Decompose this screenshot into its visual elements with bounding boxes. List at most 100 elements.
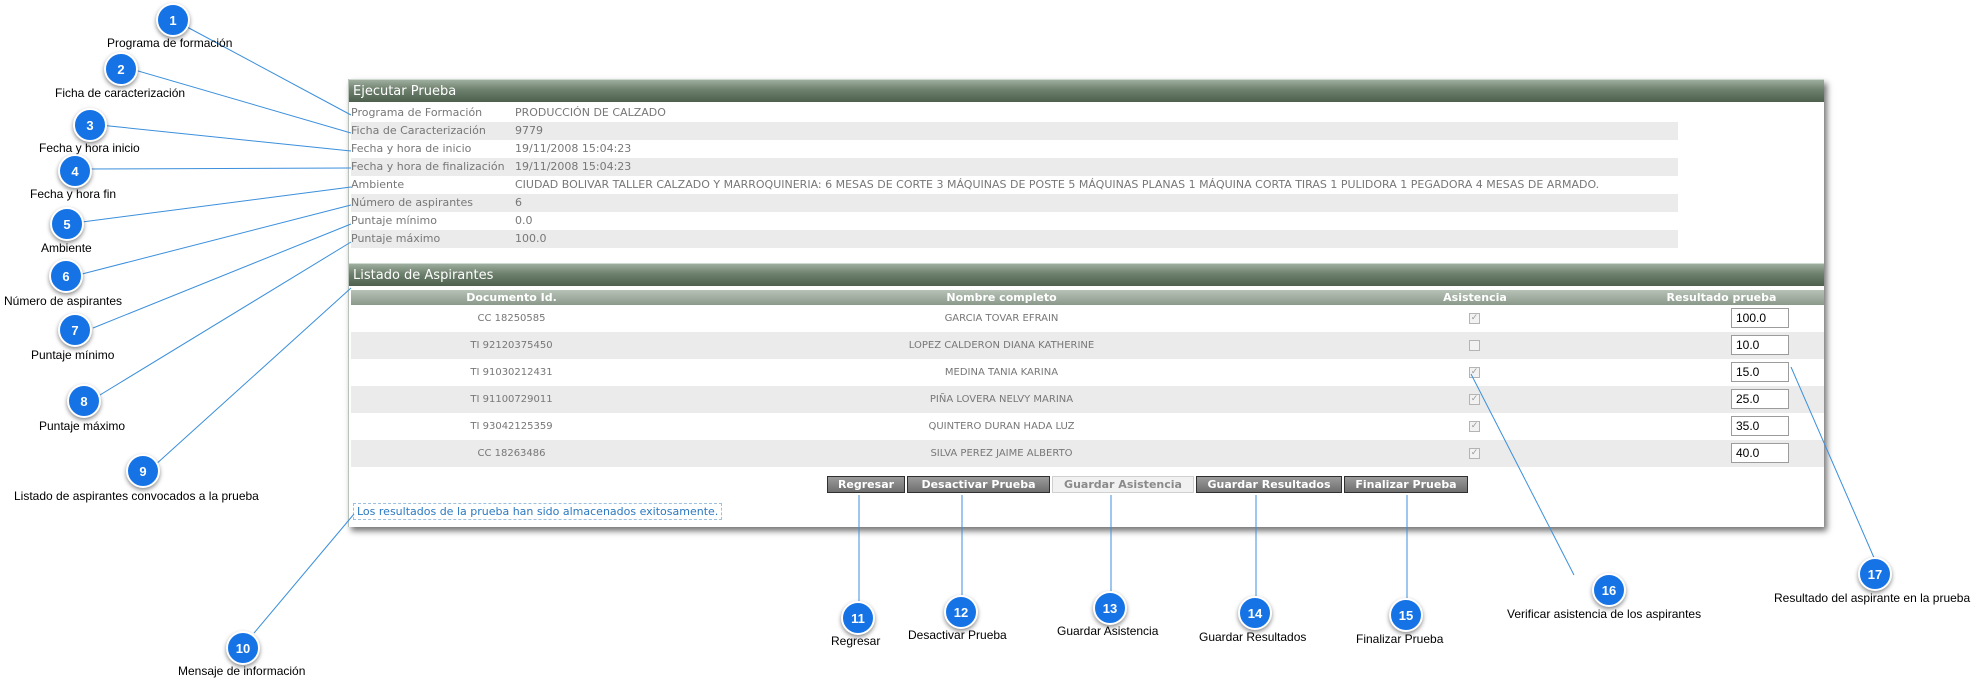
- info-label: Programa de Formación: [351, 106, 483, 119]
- attendance-checkbox[interactable]: ✓: [1469, 313, 1480, 324]
- callout-caption: Guardar Resultados: [1199, 630, 1307, 644]
- callout-badge: 14: [1238, 596, 1272, 630]
- callout-caption: Fecha y hora fin: [30, 187, 117, 201]
- candidate-name: LOPEZ CALDERON DIANA KATHERINE: [908, 340, 1095, 351]
- column-full-name: Nombre completo: [946, 291, 1057, 304]
- candidate-document: TI 91030212431: [470, 367, 553, 378]
- info-row-program: Programa de Formación PRODUCCIÓN DE CALZ…: [351, 104, 1983, 122]
- info-value: 19/11/2008 15:04:23: [515, 142, 632, 155]
- callout-caption: Listado de aspirantes convocados a la pr…: [14, 489, 259, 503]
- candidate-document: CC 18250585: [477, 313, 546, 324]
- callout-caption: Número de aspirantes: [4, 294, 123, 308]
- save-attendance-button[interactable]: Guardar Asistencia: [1052, 476, 1194, 493]
- candidate-document: CC 18263486: [477, 448, 546, 459]
- candidate-row: CC 18263486 SILVA PEREZ JAIME ALBERTO ✓ …: [351, 440, 1824, 467]
- attendance-checkbox[interactable]: [1469, 340, 1480, 351]
- callout-caption: Verificar asistencia de los aspirantes: [1507, 607, 1702, 621]
- info-row-candidates-count: Número de aspirantes 6: [351, 194, 1983, 212]
- annotated-screenshot: Ejecutar Prueba Programa de Formación PR…: [0, 0, 1983, 682]
- callout-caption: Mensaje de información: [178, 664, 306, 678]
- save-results-button[interactable]: Guardar Resultados: [1196, 476, 1342, 493]
- result-input[interactable]: 100.0: [1731, 308, 1789, 328]
- callout-badge: 15: [1389, 598, 1423, 632]
- info-value: 6: [515, 196, 522, 209]
- info-row-min-score: Puntaje mínimo 0.0: [351, 212, 1983, 230]
- candidate-name: QUINTERO DURAN HADA LUZ: [928, 421, 1075, 432]
- callout-badge: 5: [50, 207, 84, 241]
- callout-badge: 7: [58, 313, 92, 347]
- callout-badge: 10: [226, 631, 260, 665]
- callout-caption: Resultado del aspirante en la prueba: [1774, 591, 1971, 605]
- info-label: Puntaje mínimo: [351, 214, 438, 227]
- callout-badge: 17: [1858, 557, 1892, 591]
- callout-caption: Regresar: [831, 634, 881, 648]
- callout-badge: 16: [1592, 573, 1626, 607]
- candidate-row: TI 93042125359 QUINTERO DURAN HADA LUZ ✓…: [351, 413, 1824, 440]
- result-input[interactable]: 25.0: [1731, 389, 1789, 409]
- callout-caption: Ficha de caracterización: [55, 86, 186, 100]
- callout-badge: 3: [73, 108, 107, 142]
- callout-caption: Puntaje mínimo: [31, 348, 115, 362]
- callout-badge: 8: [67, 384, 101, 418]
- execute-test-panel: Ejecutar Prueba Programa de Formación PR…: [348, 79, 1824, 527]
- callout-caption: Finalizar Prueba: [1356, 632, 1444, 646]
- info-label: Número de aspirantes: [351, 196, 473, 209]
- info-label: Ambiente: [351, 178, 405, 191]
- attendance-checkbox[interactable]: ✓: [1469, 394, 1480, 405]
- callout-badge: 6: [49, 259, 83, 293]
- info-value: CIUDAD BOLIVAR TALLER CALZADO Y MARROQUI…: [515, 178, 1600, 191]
- info-label: Ficha de Caracterización: [351, 124, 486, 137]
- candidate-document: TI 93042125359: [470, 421, 553, 432]
- callout-badge: 11: [841, 601, 875, 635]
- info-row-end: Fecha y hora de finalización 19/11/2008 …: [351, 158, 1983, 176]
- column-attendance: Asistencia: [1443, 291, 1507, 304]
- result-input[interactable]: 35.0: [1731, 416, 1789, 436]
- candidate-row: TI 92120375450 LOPEZ CALDERON DIANA KATH…: [351, 332, 1824, 359]
- callout-badge: 12: [944, 595, 978, 629]
- info-label: Fecha y hora de inicio: [351, 142, 472, 155]
- candidate-document: TI 92120375450: [470, 340, 553, 351]
- result-input[interactable]: 40.0: [1731, 443, 1789, 463]
- callout-badge: 4: [58, 154, 92, 188]
- candidate-name: SILVA PEREZ JAIME ALBERTO: [930, 448, 1073, 459]
- result-input[interactable]: 10.0: [1731, 335, 1789, 355]
- callout-caption: Puntaje máximo: [39, 419, 126, 433]
- candidates-header: Listado de Aspirantes: [349, 263, 1824, 286]
- candidate-name: GARCIA TOVAR EFRAIN: [944, 313, 1059, 324]
- back-button[interactable]: Regresar: [827, 476, 905, 493]
- result-input[interactable]: 15.0: [1731, 362, 1789, 382]
- info-row-characterization: Ficha de Caracterización 9779: [351, 122, 1983, 140]
- callout-caption: Guardar Asistencia: [1057, 624, 1159, 638]
- candidate-name: MEDINA TANIA KARINA: [944, 367, 1059, 378]
- callout-badge: 9: [126, 454, 160, 488]
- info-value: 0.0: [515, 214, 533, 227]
- callout-caption: Desactivar Prueba: [908, 628, 1007, 642]
- info-value: PRODUCCIÓN DE CALZADO: [515, 106, 666, 119]
- column-result: Resultado prueba: [1666, 291, 1777, 304]
- candidate-row: CC 18250585 GARCIA TOVAR EFRAIN ✓ 100.0: [351, 305, 1824, 332]
- info-value: 100.0: [515, 232, 547, 245]
- info-row-max-score: Puntaje máximo 100.0: [351, 230, 1983, 248]
- attendance-checkbox[interactable]: ✓: [1469, 421, 1480, 432]
- attendance-checkbox[interactable]: ✓: [1469, 448, 1480, 459]
- candidate-row: TI 91030212431 MEDINA TANIA KARINA ✓ 15.…: [351, 359, 1824, 386]
- info-value: 19/11/2008 15:04:23: [515, 160, 632, 173]
- info-label: Fecha y hora de finalización: [351, 160, 505, 173]
- info-label: Puntaje máximo: [351, 232, 441, 245]
- candidates-column-header: Documento Id. Nombre completo Asistencia…: [351, 290, 1824, 305]
- info-message: Los resultados de la prueba han sido alm…: [353, 503, 723, 520]
- deactivate-test-button[interactable]: Desactivar Prueba: [907, 476, 1050, 493]
- finish-test-button[interactable]: Finalizar Prueba: [1344, 476, 1468, 493]
- column-document: Documento Id.: [466, 291, 557, 304]
- candidate-row: TI 91100729011 PIÑA LOVERA NELVY MARINA …: [351, 386, 1824, 413]
- callout-caption: Programa de formación: [107, 36, 233, 50]
- callout-caption: Fecha y hora inicio: [39, 141, 140, 155]
- execute-test-header: Ejecutar Prueba: [349, 79, 1824, 102]
- info-value: 9779: [515, 124, 543, 137]
- callout-badge: 13: [1093, 591, 1127, 625]
- callout-caption: Ambiente: [41, 241, 92, 255]
- callout-badge: 2: [104, 52, 138, 86]
- callout-badge: 1: [156, 3, 190, 37]
- attendance-checkbox[interactable]: ✓: [1469, 367, 1480, 378]
- info-row-start: Fecha y hora de inicio 19/11/2008 15:04:…: [351, 140, 1983, 158]
